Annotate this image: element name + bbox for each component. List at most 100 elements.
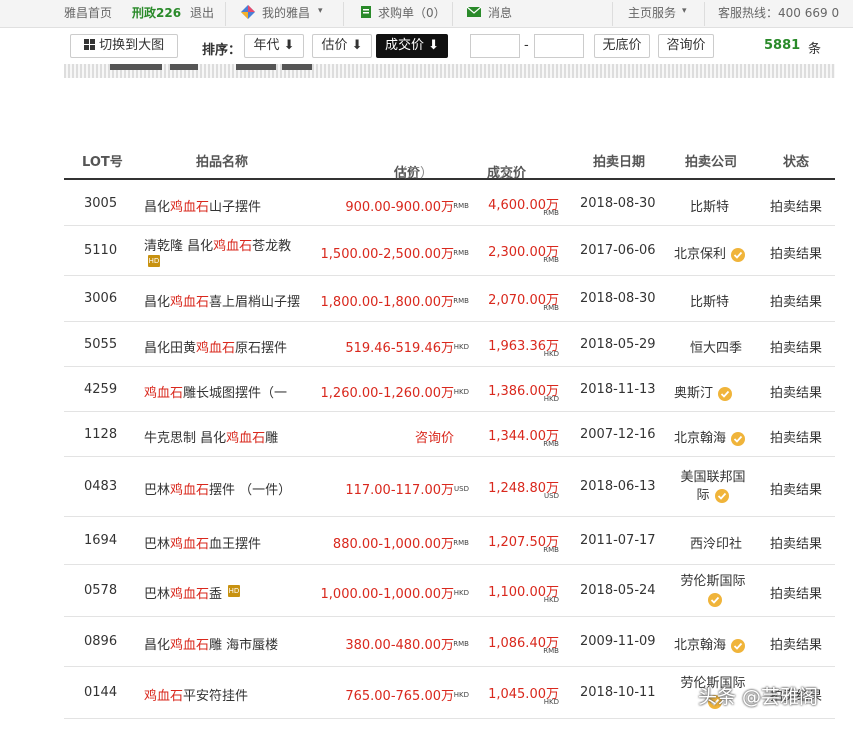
verified-badge-icon [731, 247, 746, 262]
divider [225, 2, 226, 26]
result-link[interactable]: 拍卖结果 [770, 196, 822, 215]
lot-title-link[interactable]: 昌化鸡血石雕 海市蜃楼 [144, 634, 278, 653]
table-row[interactable]: 3005 昌化鸡血石山子摆件 900.00-900.00万 RMB 4,600.00万 R… [64, 181, 835, 226]
auction-date: 2018-08-30 [580, 196, 656, 211]
table-row[interactable]: 4259 鸡血石雕长城图摆件（一 1,260.00-1,260.00万 HKD 1,38… [64, 367, 835, 412]
lot-title-link[interactable]: 巴林鸡血石摆件 （一件） [144, 479, 291, 498]
auction-company-link[interactable]: 恒大四季 [690, 337, 742, 356]
result-link[interactable]: 拍卖结果 [770, 427, 822, 446]
lot-number: 3005 [84, 196, 118, 211]
auction-company-link[interactable]: 美国联邦国际 [678, 469, 748, 505]
result-link[interactable]: 拍卖结果 [770, 533, 822, 552]
table-row[interactable]: 1694 巴林鸡血石血王摆件 880.00-1,000.00万 RMB 1,207.50… [64, 517, 835, 565]
lot-number: 0144 [84, 685, 118, 700]
estimate-currency: RMB [453, 297, 469, 305]
table-row[interactable]: 0578 巴林鸡血石盉 HD 1,000.00-1,000.00万 HKD 1,100.0… [64, 565, 835, 617]
auction-company-link[interactable]: 奥斯汀 [674, 382, 733, 402]
header-status: 状态 [783, 155, 810, 170]
divider [343, 2, 344, 26]
auction-company-link[interactable]: 北京保利 [674, 243, 746, 263]
table-row[interactable]: 5055 昌化田黄鸡血石原石摆件 519.46-519.46万 HKD 1,963.36… [64, 322, 835, 367]
estimate-currency: HKD [453, 691, 469, 699]
estimate-value: 519.46-519.46万 [345, 341, 454, 356]
auction-company-link[interactable]: 西泠印社 [690, 533, 742, 552]
artron-logo-icon [241, 5, 255, 19]
auction-company-link[interactable]: 劳伦斯国际 [678, 573, 748, 609]
chevron-down-icon: ▾ [682, 6, 687, 16]
auction-date: 2011-07-17 [580, 533, 656, 548]
lot-title-link[interactable]: 鸡血石雕长城图摆件（一 [144, 382, 287, 401]
deal-currency: HKD [543, 698, 559, 706]
result-link[interactable]: 拍卖结果 [770, 243, 822, 262]
sort-year-button[interactable]: 年代 ⬇ [244, 34, 304, 58]
deal-currency: RMB [543, 440, 559, 448]
lot-title-link[interactable]: 昌化鸡血石山子摆件 [144, 196, 261, 215]
estimate-currency: RMB [453, 202, 469, 210]
result-link[interactable]: 拍卖结果 [770, 382, 822, 401]
lot-title-link[interactable]: 牛克思制 昌化鸡血石雕 [144, 427, 278, 446]
wanted-list-link[interactable]: 求购单（0） [378, 4, 446, 21]
auction-date: 2018-08-30 [580, 291, 656, 306]
lot-number: 5110 [84, 243, 118, 258]
logout-link[interactable]: 退出 [190, 4, 214, 21]
lot-number: 1128 [84, 427, 118, 442]
auction-date: 2018-05-29 [580, 337, 656, 352]
table-row[interactable]: 5110 清乾隆 昌化鸡血石苍龙教 HD 1,500.00-2,500.00万 RMB 2… [64, 226, 835, 276]
main-service-menu[interactable]: 主页服务 [628, 4, 676, 21]
list-toolbar: 切换到大图 排序： 年代 ⬇ 估价 ⬇ 成交价 ⬇ - 无底价 咨询价 5881… [64, 30, 835, 66]
estimate-value: 765.00-765.00万 [345, 689, 454, 704]
estimate-value: 1,260.00-1,260.00万 [320, 386, 454, 401]
table-row[interactable]: 0483 巴林鸡血石摆件 （一件） 117.00-117.00万 USD 1,248.8… [64, 457, 835, 517]
table-row[interactable]: 3006 昌化鸡血石喜上眉梢山子摆 1,800.00-1,800.00万 RMB 2,0… [64, 276, 835, 322]
lot-title-link[interactable]: 巴林鸡血石血王摆件 [144, 533, 261, 552]
auction-company-link[interactable]: 比斯特 [690, 291, 729, 310]
sort-deal-button[interactable]: 成交价 ⬇ [376, 34, 448, 58]
estimate-currency: RMB [453, 249, 469, 257]
auction-company-link[interactable]: 比斯特 [690, 196, 729, 215]
header-date[interactable]: 拍卖日期 [593, 151, 645, 170]
username-link[interactable]: 刑政226 [132, 4, 181, 21]
verified-badge-icon [714, 488, 729, 503]
result-link[interactable]: 拍卖结果 [770, 634, 822, 653]
price-max-input[interactable] [534, 34, 584, 58]
result-link[interactable]: 拍卖结果 [770, 337, 822, 356]
estimate-currency: RMB [453, 640, 469, 648]
hd-icon: HD [228, 584, 240, 597]
message-link[interactable]: 消息 [488, 4, 512, 21]
home-link[interactable]: 雅昌首页 [64, 4, 112, 21]
table-row[interactable]: 1128 牛克思制 昌化鸡血石雕 咨询价 1,344.00万 RMB 2007-12-16… [64, 412, 835, 457]
result-link[interactable]: 拍卖结果 [770, 291, 822, 310]
lot-number: 0483 [84, 479, 118, 494]
deal-currency: RMB [543, 647, 559, 655]
auction-date: 2018-10-11 [580, 685, 656, 700]
header-lot: LOT号 [82, 155, 123, 170]
my-artron-menu[interactable]: 我的雅昌 [262, 4, 310, 21]
result-link[interactable]: 拍卖结果 [770, 479, 822, 498]
result-count-unit: 条 [808, 42, 822, 57]
switch-view-button[interactable]: 切换到大图 [70, 34, 178, 58]
no-reserve-button[interactable]: 无底价 [594, 34, 650, 58]
switch-view-label: 切换到大图 [99, 38, 165, 53]
range-dash: - [524, 38, 529, 53]
image-strip-thumb [236, 64, 276, 70]
watermark: 头条 @芸雅阁 [698, 686, 819, 708]
result-link[interactable]: 拍卖结果 [770, 583, 822, 602]
sort-estimate-button[interactable]: 估价 ⬇ [312, 34, 372, 58]
auction-date: 2017-06-06 [580, 243, 656, 258]
lot-title-link[interactable]: 昌化鸡血石喜上眉梢山子摆 [144, 291, 300, 310]
estimate-currency: HKD [453, 589, 469, 597]
lot-title-link[interactable]: 昌化田黄鸡血石原石摆件 [144, 337, 287, 356]
price-min-input[interactable] [470, 34, 520, 58]
header-name: 拍品名称 [196, 155, 249, 170]
table-row[interactable]: 0896 昌化鸡血石雕 海市蜃楼 380.00-480.00万 RMB 1,086.40… [64, 617, 835, 667]
lot-number: 0896 [84, 634, 118, 649]
divider [612, 2, 613, 26]
lot-title-link[interactable]: 鸡血石平安符挂件 [144, 685, 248, 704]
auction-company-link[interactable]: 北京翰海 [674, 427, 746, 447]
inquiry-price-button[interactable]: 咨询价 [658, 34, 714, 58]
lot-title-link[interactable]: 巴林鸡血石盉 [144, 583, 222, 602]
lot-title-link[interactable]: 清乾隆 昌化鸡血石苍龙教 [144, 235, 291, 254]
estimate-value: 900.00-900.00万 [345, 200, 454, 215]
result-count: 5881 [764, 38, 801, 53]
auction-company-link[interactable]: 北京翰海 [674, 634, 746, 654]
